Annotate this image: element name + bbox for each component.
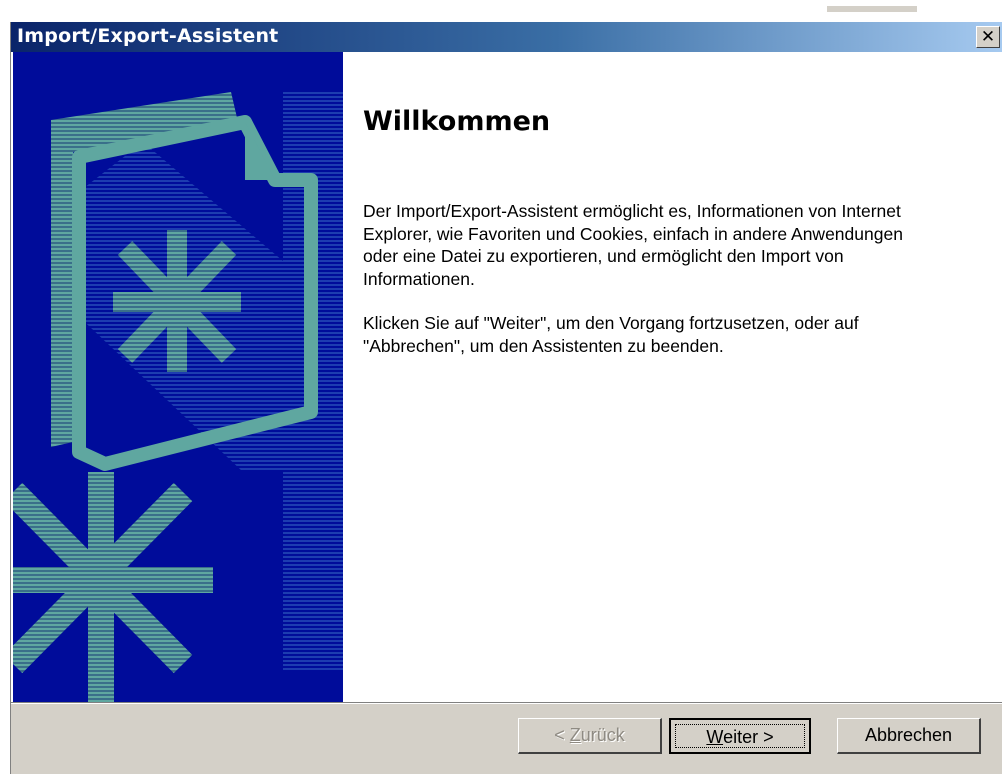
- background-window-edge: [827, 6, 917, 12]
- next-button[interactable]: Weiter >: [669, 718, 811, 754]
- focus-rect: Weiter >: [675, 724, 805, 748]
- wizard-dialog: Import/Export-Assistent ✕ Willkommen Der…: [10, 22, 1002, 774]
- welcome-heading: Willkommen: [363, 106, 551, 137]
- back-button-accel: Z: [569, 725, 581, 745]
- wizard-artwork: [13, 52, 343, 702]
- next-button-label: eiter >: [723, 727, 774, 747]
- back-button[interactable]: < Zurück: [518, 718, 662, 754]
- next-button-accel: W: [706, 727, 724, 747]
- back-button-label: urück: [580, 725, 625, 745]
- wizard-content: Willkommen Der Import/Export-Assistent e…: [11, 52, 1002, 702]
- close-icon: ✕: [980, 27, 996, 47]
- window-title: Import/Export-Assistent: [17, 25, 279, 47]
- back-button-prefix: <: [554, 725, 570, 745]
- description-paragraph: Der Import/Export-Assistent ermöglicht e…: [363, 201, 903, 289]
- button-separator: [11, 702, 1002, 704]
- cancel-button[interactable]: Abbrechen: [837, 718, 981, 754]
- title-bar[interactable]: Import/Export-Assistent ✕: [11, 22, 1002, 52]
- close-button[interactable]: ✕: [976, 26, 1000, 48]
- instruction-paragraph: Klicken Sie auf "Weiter", um den Vorgang…: [363, 313, 859, 356]
- wizard-side-graphic: [13, 52, 343, 702]
- welcome-description: Der Import/Export-Assistent ermöglicht e…: [363, 200, 923, 379]
